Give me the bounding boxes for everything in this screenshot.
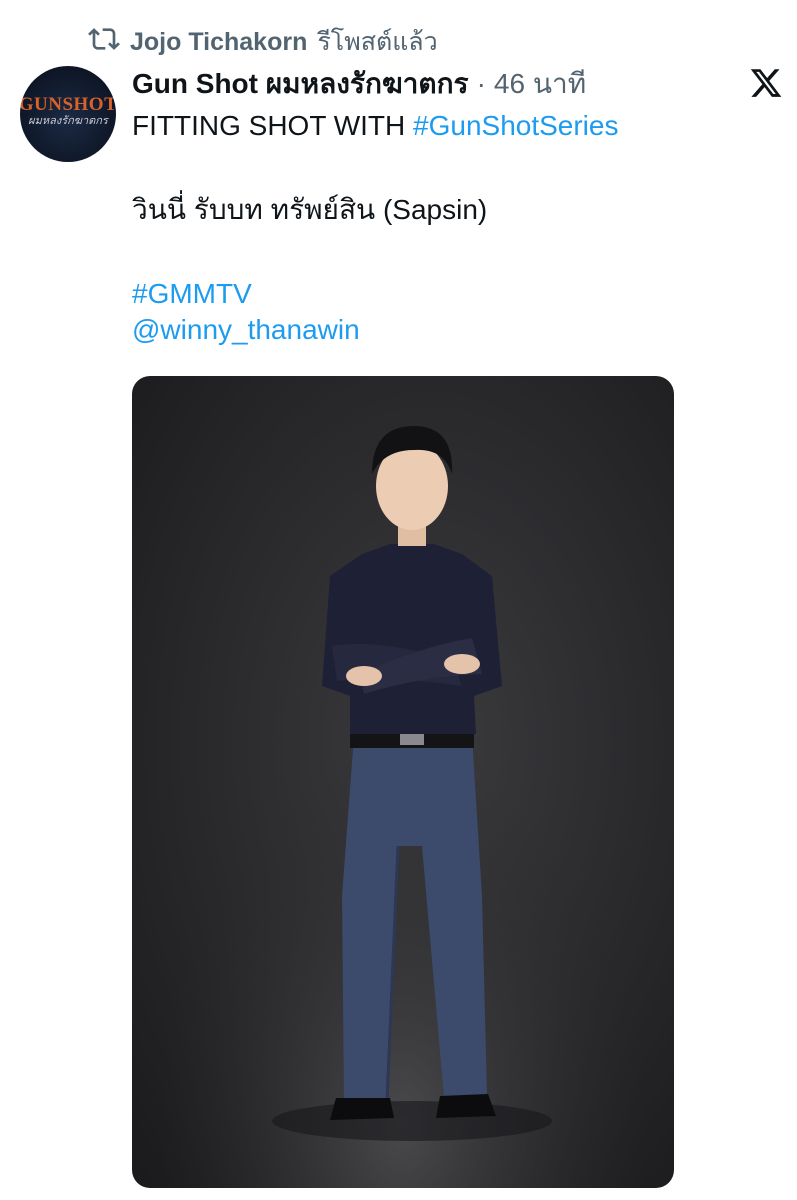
- post-text-fitting: FITTING SHOT WITH: [132, 110, 414, 141]
- retweet-user[interactable]: Jojo Tichakorn: [130, 28, 307, 57]
- avatar-logo-sub: ผมหลงรักฆาตกร: [28, 115, 108, 127]
- retweet-action: รีโพสต์แล้ว: [317, 28, 438, 56]
- author-name[interactable]: Gun Shot ผมหลงรักฆาตกร: [132, 62, 469, 106]
- x-logo-icon[interactable]: [748, 66, 784, 100]
- post-line-1: FITTING SHOT WITH #GunShotSeries: [132, 108, 752, 144]
- mention-winny[interactable]: @winny_thanawin: [132, 312, 752, 348]
- retweet-indicator[interactable]: Jojo Tichakorn รีโพสต์แล้ว: [88, 22, 438, 62]
- actor-photo-illustration: [132, 376, 674, 1188]
- avatar-logo-main: GUNSHOT: [20, 94, 116, 115]
- hashtag-gmmtv[interactable]: #GMMTV: [132, 276, 752, 312]
- post-header: Gun Shot ผมหลงรักฆาตกร · 46 นาที: [132, 62, 586, 106]
- post-line-2: วินนี่ รับบท ทรัพย์สิน (Sapsin): [132, 194, 488, 225]
- hashtag-gunshotseries[interactable]: #GunShotSeries: [413, 110, 618, 141]
- separator-dot: ·: [476, 68, 486, 99]
- post-media-photo[interactable]: [132, 376, 674, 1188]
- avatar[interactable]: GUNSHOT ผมหลงรักฆาตกร: [20, 66, 116, 162]
- post-time[interactable]: 46 นาที: [494, 62, 586, 106]
- post-body: FITTING SHOT WITH #GunShotSeries วินนี่ …: [132, 108, 752, 348]
- retweet-icon: [88, 23, 120, 62]
